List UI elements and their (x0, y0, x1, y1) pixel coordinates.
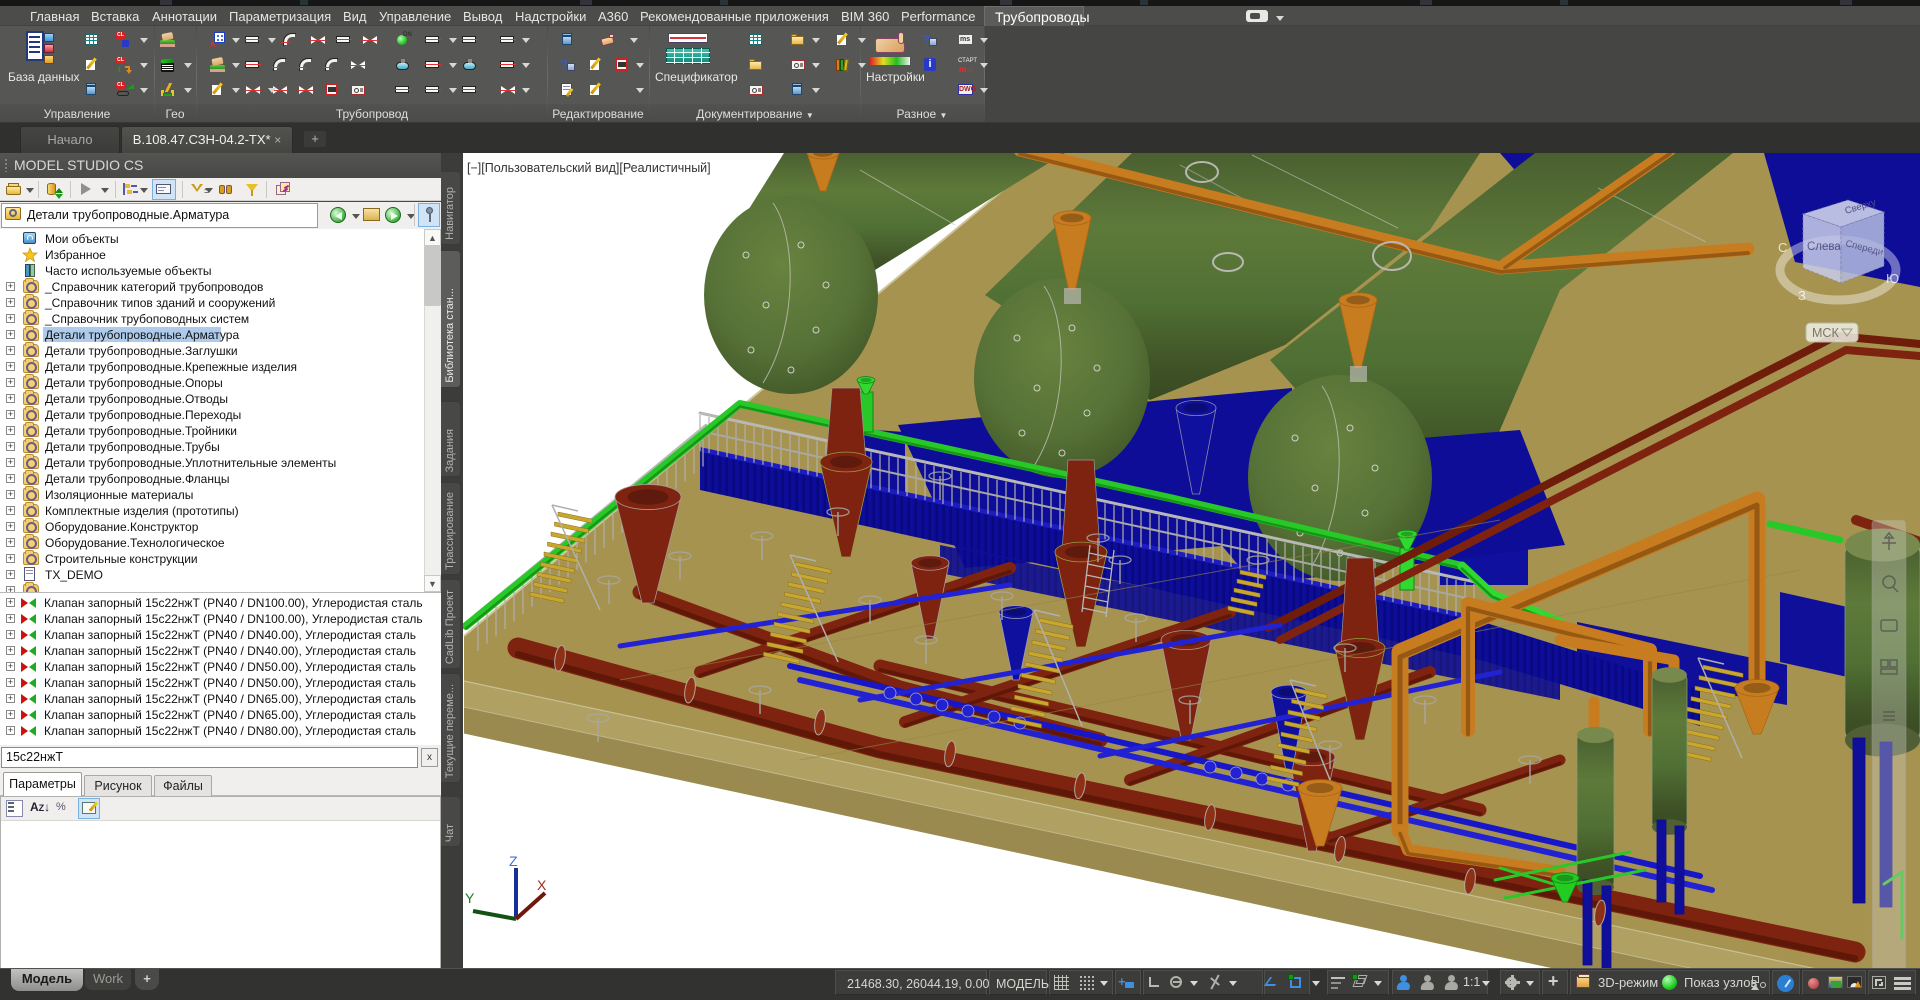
svg-text:Ю: Ю (1886, 271, 1899, 286)
svg-text:Y: Y (465, 890, 475, 906)
svg-text:С: С (1778, 240, 1787, 255)
svg-text:З: З (1798, 288, 1806, 303)
svg-text:Z: Z (509, 853, 518, 869)
svg-text:Слева: Слева (1807, 241, 1841, 253)
svg-text:МСК: МСК (1812, 326, 1839, 340)
svg-text:[−][Пользовательский вид][Реал: [−][Пользовательский вид][Реалистичный] (467, 161, 711, 175)
svg-text:X: X (537, 877, 547, 893)
